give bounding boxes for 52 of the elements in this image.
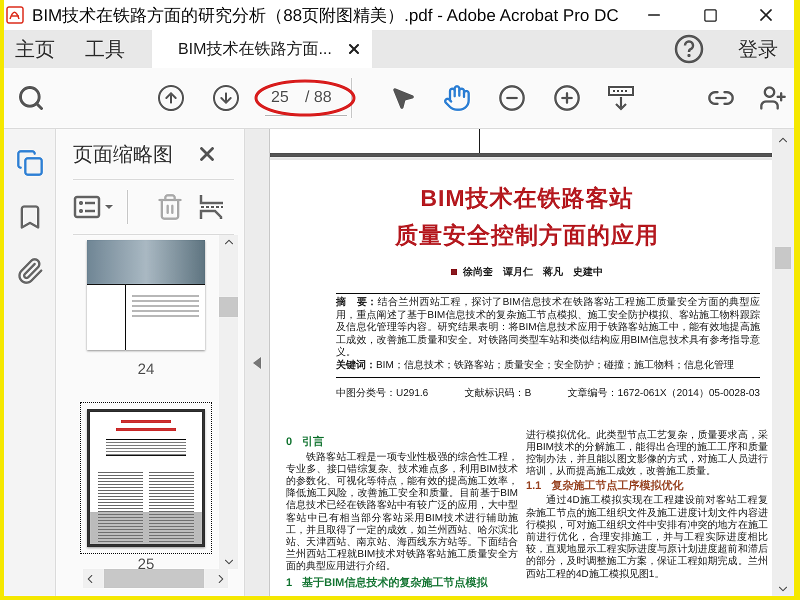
panel-title: 页面缩略图 [73, 142, 173, 168]
section-number: 1 [286, 576, 292, 590]
section-number: 1.1 [526, 480, 542, 494]
body-paragraph: 通过4D施工模拟实现在工程建设前对客站工程复杂施工节点的施工组织文件及施工进度计划文件内容进行模拟，可对施工组织文件中安排有冲突的地方在施工前进行优化，合理安排施工，并与工程实际进度相比较，直观地显示工程实际进度与原计划进度超前和滞后的部分，及时调整施工方案，保证工程如期完成。兰州西站工程的4D施工模拟见图1。 [526, 495, 768, 581]
help-icon[interactable] [674, 34, 704, 64]
search-icon[interactable] [16, 83, 46, 113]
extract-page-icon[interactable] [198, 192, 226, 222]
vertical-scrollbar[interactable] [219, 235, 238, 569]
nav-tab[interactable]: 工具 [85, 30, 125, 68]
page-total: / 88 [305, 88, 332, 106]
hand-tool-icon[interactable] [442, 83, 472, 113]
classification-text: 文章编号：1672-061X（2014）05-0028-03 [568, 386, 760, 400]
page-thumbnail[interactable] [87, 240, 205, 350]
author-names: 徐尚奎 谭月仁 蒋凡 史建中 [463, 266, 603, 279]
section-number: 0 [286, 436, 292, 449]
sign-in-link[interactable]: 登录 [738, 30, 778, 68]
classification-text: 中图分类号：U291.6 [336, 386, 428, 400]
window-title: BIM技术在铁路方面的研究分析（88页附图精美）.pdf - Adobe Acrobat Pro DC [32, 4, 620, 26]
horizontal-scrollbar[interactable] [83, 569, 228, 588]
section-heading: 引言 [302, 436, 324, 449]
document-tab[interactable]: BIM技术在铁路方面... [152, 30, 372, 68]
maximize-icon[interactable] [702, 8, 718, 22]
section-heading: 基于BIM信息技术的复杂施工节点模拟 [302, 576, 488, 590]
nav-tab[interactable]: 主页 [15, 30, 55, 68]
page-number-label: 25 [138, 556, 154, 569]
pages-icon[interactable] [16, 149, 44, 177]
zoom-out-icon[interactable] [497, 83, 527, 113]
keywords-text: 关键词：BIM；信息技术；铁路客站；质量安全；安全防护；碰撞；施工物料；信息化管理 [336, 360, 735, 373]
article-title: 质量安全控制方面的应用 [394, 221, 660, 250]
page-number-field[interactable]: 25 [265, 88, 299, 106]
body-paragraph: 进行模拟优化。此类型节点工艺复杂，质量要求高，采用BIM技术的分解施工，能得出合理的施工工序和质量控制办法，并且能以图文影像的方式，对施工人员进行培训，从而提高施工成效，改善施工质量。 [526, 430, 768, 478]
abstract-text: 摘 要：结合兰州西站工程，探讨了BIM信息技术在铁路客站工程施工质量安全方面的典型应用，重点阐述了基于BIM信息技术的复杂施工节点模拟、施工安全防护模拟、客站施工物料跟踪及信息化管理等内容。研究结果表明：将BIM信息技术应用于铁路客站施工中，能有效地提高施工成效，改善施工质量和安全。对铁路同类型车站和类似结构应用BIM信息技术具有参考指导意义。 [336, 297, 760, 360]
body-paragraph: 铁路客站工程是一项专业性极强的综合性工程，专业多、接口错综复杂、技术难点多，利用BIM技术的参数化、可视化等特点，能有效的提高施工效率，降低施工风险，改善施工安全和质量。目前基于BIM信息技术已经在铁路客站中有较广泛的应用，大中型客站中已有相当部分客站采用BIM技术进行辅助施工，并且取得了一定的成效，如兰州西站、哈尔滨北站、天津西站、南京站、海西线东方站等。下面结合兰州西站工程就BIM技术对铁路客站施工质量安全方面的典型应用进行介绍。 [286, 452, 518, 574]
page-thumbnail[interactable] [87, 409, 205, 547]
scrollbar-thumb[interactable] [219, 297, 238, 317]
zoom-in-icon[interactable] [552, 83, 582, 113]
section-heading: 复杂施工节点工序模拟优化 [551, 480, 684, 494]
collapse-arrow-icon [253, 356, 261, 368]
vertical-scrollbar[interactable] [772, 129, 794, 596]
previous-page-icon[interactable] [158, 85, 184, 111]
thumbnail-frame[interactable] [80, 402, 212, 554]
page-number-label: 24 [138, 361, 154, 378]
next-page-icon[interactable] [213, 85, 239, 111]
scroll-mode-icon[interactable] [606, 83, 636, 113]
scrollbar-thumb[interactable] [775, 247, 791, 269]
close-icon[interactable] [346, 41, 362, 57]
paperclip-icon[interactable] [16, 257, 44, 285]
bullet-icon [451, 269, 457, 275]
collapse-panel-handle[interactable] [245, 129, 270, 596]
classification-text: 文献标识码：B [464, 386, 532, 400]
article-title: BIM技术在铁路客站 [419, 184, 635, 213]
scrollbar-thumb[interactable] [104, 569, 204, 588]
